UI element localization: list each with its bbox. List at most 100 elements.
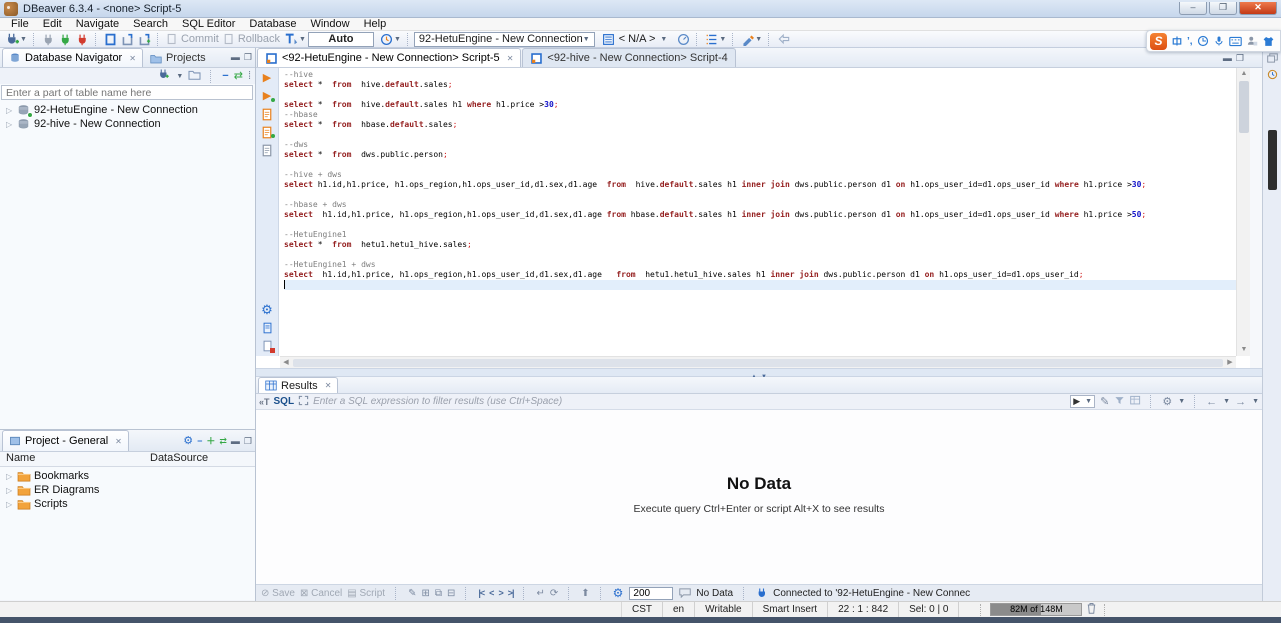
scheduled-view-icon[interactable] (1266, 68, 1279, 80)
code-line[interactable]: select h1.id,h1.price, h1.ops_region,h1.… (284, 180, 1236, 190)
editor-settings-button[interactable]: ⚙ (260, 303, 275, 317)
code-line[interactable]: select * from hive.default.sales; (284, 80, 1236, 90)
code-line[interactable]: select * from dws.public.person; (284, 150, 1236, 160)
restore-view-icon[interactable] (1266, 52, 1279, 64)
close-icon[interactable]: ✕ (115, 437, 122, 446)
expand-arrow-icon[interactable]: ▷ (6, 120, 14, 129)
menu-edit[interactable]: Edit (36, 18, 69, 31)
transaction-mode-button[interactable]: ▼ (282, 31, 308, 47)
project-tree-item[interactable]: ▷Scripts (0, 497, 255, 511)
ime-language-icon[interactable] (1171, 35, 1183, 47)
minimize-editor-icon[interactable]: ▬ (1223, 53, 1232, 63)
last-page-button[interactable]: >| (508, 588, 514, 598)
close-icon[interactable]: ✕ (325, 381, 332, 390)
ime-emoji-icon[interactable] (1197, 35, 1209, 47)
sogou-logo[interactable]: S (1150, 33, 1167, 50)
editor-results-splitter[interactable]: ▲▼ (256, 368, 1262, 377)
save-script-button[interactable] (260, 339, 275, 353)
nav-tree-item[interactable]: ▷92-HetuEngine - New Connection (0, 103, 255, 117)
restore-button[interactable]: ❐ (1209, 2, 1237, 15)
new-connection-icon[interactable] (157, 68, 170, 84)
results-filter-input[interactable]: Enter a SQL expression to filter results… (313, 396, 1066, 407)
execute-script-button[interactable] (260, 107, 275, 121)
menu-navigate[interactable]: Navigate (69, 18, 126, 31)
expand-arrow-icon[interactable]: ▷ (6, 486, 14, 495)
menu-file[interactable]: File (4, 18, 36, 31)
ime-keyboard-icon[interactable] (1229, 36, 1242, 47)
memory-usage-bar[interactable]: 82M of 148M (990, 603, 1082, 616)
close-icon[interactable]: ✕ (129, 54, 136, 63)
apply-filter-button[interactable]: ▶▼ (1070, 395, 1095, 408)
tab-results[interactable]: Results ✕ (258, 377, 338, 393)
execute-statement-button[interactable]: ▶ (260, 71, 275, 85)
scroll-down-icon[interactable]: ▼ (1237, 344, 1251, 356)
first-page-button[interactable]: |< (478, 588, 484, 598)
export-icon[interactable]: ⬆ (581, 588, 589, 599)
add-row-icon[interactable]: ⊞ (421, 588, 429, 599)
navigator-filter-input[interactable] (1, 85, 253, 100)
connect-button[interactable] (40, 31, 57, 47)
code-line[interactable] (284, 130, 1236, 140)
duplicate-row-icon[interactable]: ⧉ (435, 588, 442, 599)
task-list-button[interactable]: ▼ (703, 31, 728, 47)
prev-page-button[interactable]: < (489, 588, 493, 598)
history-back-button[interactable] (775, 31, 793, 47)
code-line[interactable] (284, 160, 1236, 170)
code-line[interactable]: --HetuEngine1 (284, 230, 1236, 240)
fetch-all-icon[interactable]: ⟳ (550, 588, 558, 599)
cancel-button[interactable]: ⊠ Cancel (300, 588, 342, 599)
nav-tree-item[interactable]: ▷92-hive - New Connection (0, 117, 255, 131)
code-line[interactable] (284, 90, 1236, 100)
code-line[interactable]: select * from hbase.default.sales; (284, 120, 1236, 130)
collapse-all-icon[interactable]: − (222, 69, 228, 83)
menu-window[interactable]: Window (303, 18, 356, 31)
code-line[interactable]: select h1.id,h1.price, h1.ops_region,h1.… (284, 270, 1236, 280)
dashboard-button[interactable] (675, 31, 692, 47)
maximize-panel-icon[interactable]: ❐ (244, 52, 252, 62)
minimize-button[interactable]: – (1179, 2, 1207, 15)
filter-settings-icon[interactable] (1130, 395, 1141, 409)
link-with-editor-icon[interactable]: ⇄ (219, 436, 227, 446)
transaction-log-button[interactable]: ▼ (378, 31, 403, 47)
minimize-panel-icon[interactable]: ▬ (231, 52, 240, 62)
code-line[interactable] (284, 190, 1236, 200)
code-line[interactable]: --hive + dws (284, 170, 1236, 180)
collapse-all-icon[interactable]: − (197, 436, 202, 446)
code-line[interactable]: --hbase (284, 110, 1236, 120)
menu-search[interactable]: Search (126, 18, 175, 31)
project-tree-item[interactable]: ▷Bookmarks (0, 469, 255, 483)
explain-plan-button[interactable] (260, 143, 275, 157)
minimize-panel-icon[interactable]: ▬ (231, 436, 240, 446)
execute-script-new-tab-button[interactable] (260, 125, 275, 139)
column-header-datasource[interactable]: DataSource (148, 452, 208, 466)
fetch-next-icon[interactable]: ↵ (536, 588, 544, 599)
editor-vertical-scrollbar[interactable]: ▲ ▼ (1236, 68, 1250, 356)
nav-forward-icon[interactable]: → (1235, 396, 1246, 408)
project-tree-item[interactable]: ▷ER Diagrams (0, 483, 255, 497)
save-button[interactable]: ⊘ Save (261, 588, 295, 599)
expand-all-icon[interactable]: ＋ (206, 436, 215, 446)
expand-arrow-icon[interactable]: ▷ (6, 106, 14, 115)
code-line[interactable] (284, 280, 1236, 290)
code-line[interactable] (284, 250, 1236, 260)
expand-arrow-icon[interactable]: ▷ (6, 500, 14, 509)
new-connection-button[interactable]: ▼ (3, 31, 29, 47)
next-page-button[interactable]: > (498, 588, 502, 598)
ime-account-icon[interactable] (1246, 35, 1258, 47)
code-line[interactable] (284, 220, 1236, 230)
load-script-button[interactable] (260, 321, 275, 335)
ime-punctuation-icon[interactable]: ’, (1187, 36, 1193, 47)
disconnect-button[interactable] (74, 31, 91, 47)
code-line[interactable]: --hive (284, 70, 1236, 80)
close-button[interactable]: ✕ (1239, 2, 1277, 15)
code-line[interactable]: --HetuEngine1 + dws (284, 260, 1236, 270)
code-line[interactable]: select * from hetu1.hetu1_hive.sales; (284, 240, 1236, 250)
editor-tab[interactable]: <92-hive - New Connection> Script-4 (522, 48, 735, 67)
code-line[interactable]: --dws (284, 140, 1236, 150)
tab-projects[interactable]: Projects (143, 48, 213, 67)
reconnect-button[interactable] (57, 31, 74, 47)
execute-new-tab-button[interactable]: ▶ (260, 89, 275, 103)
minimized-view-handle[interactable] (1268, 130, 1277, 190)
sql-generator-button[interactable]: ▼ (739, 31, 764, 47)
editor-tab[interactable]: <92-HetuEngine - New Connection> Script-… (257, 48, 521, 67)
